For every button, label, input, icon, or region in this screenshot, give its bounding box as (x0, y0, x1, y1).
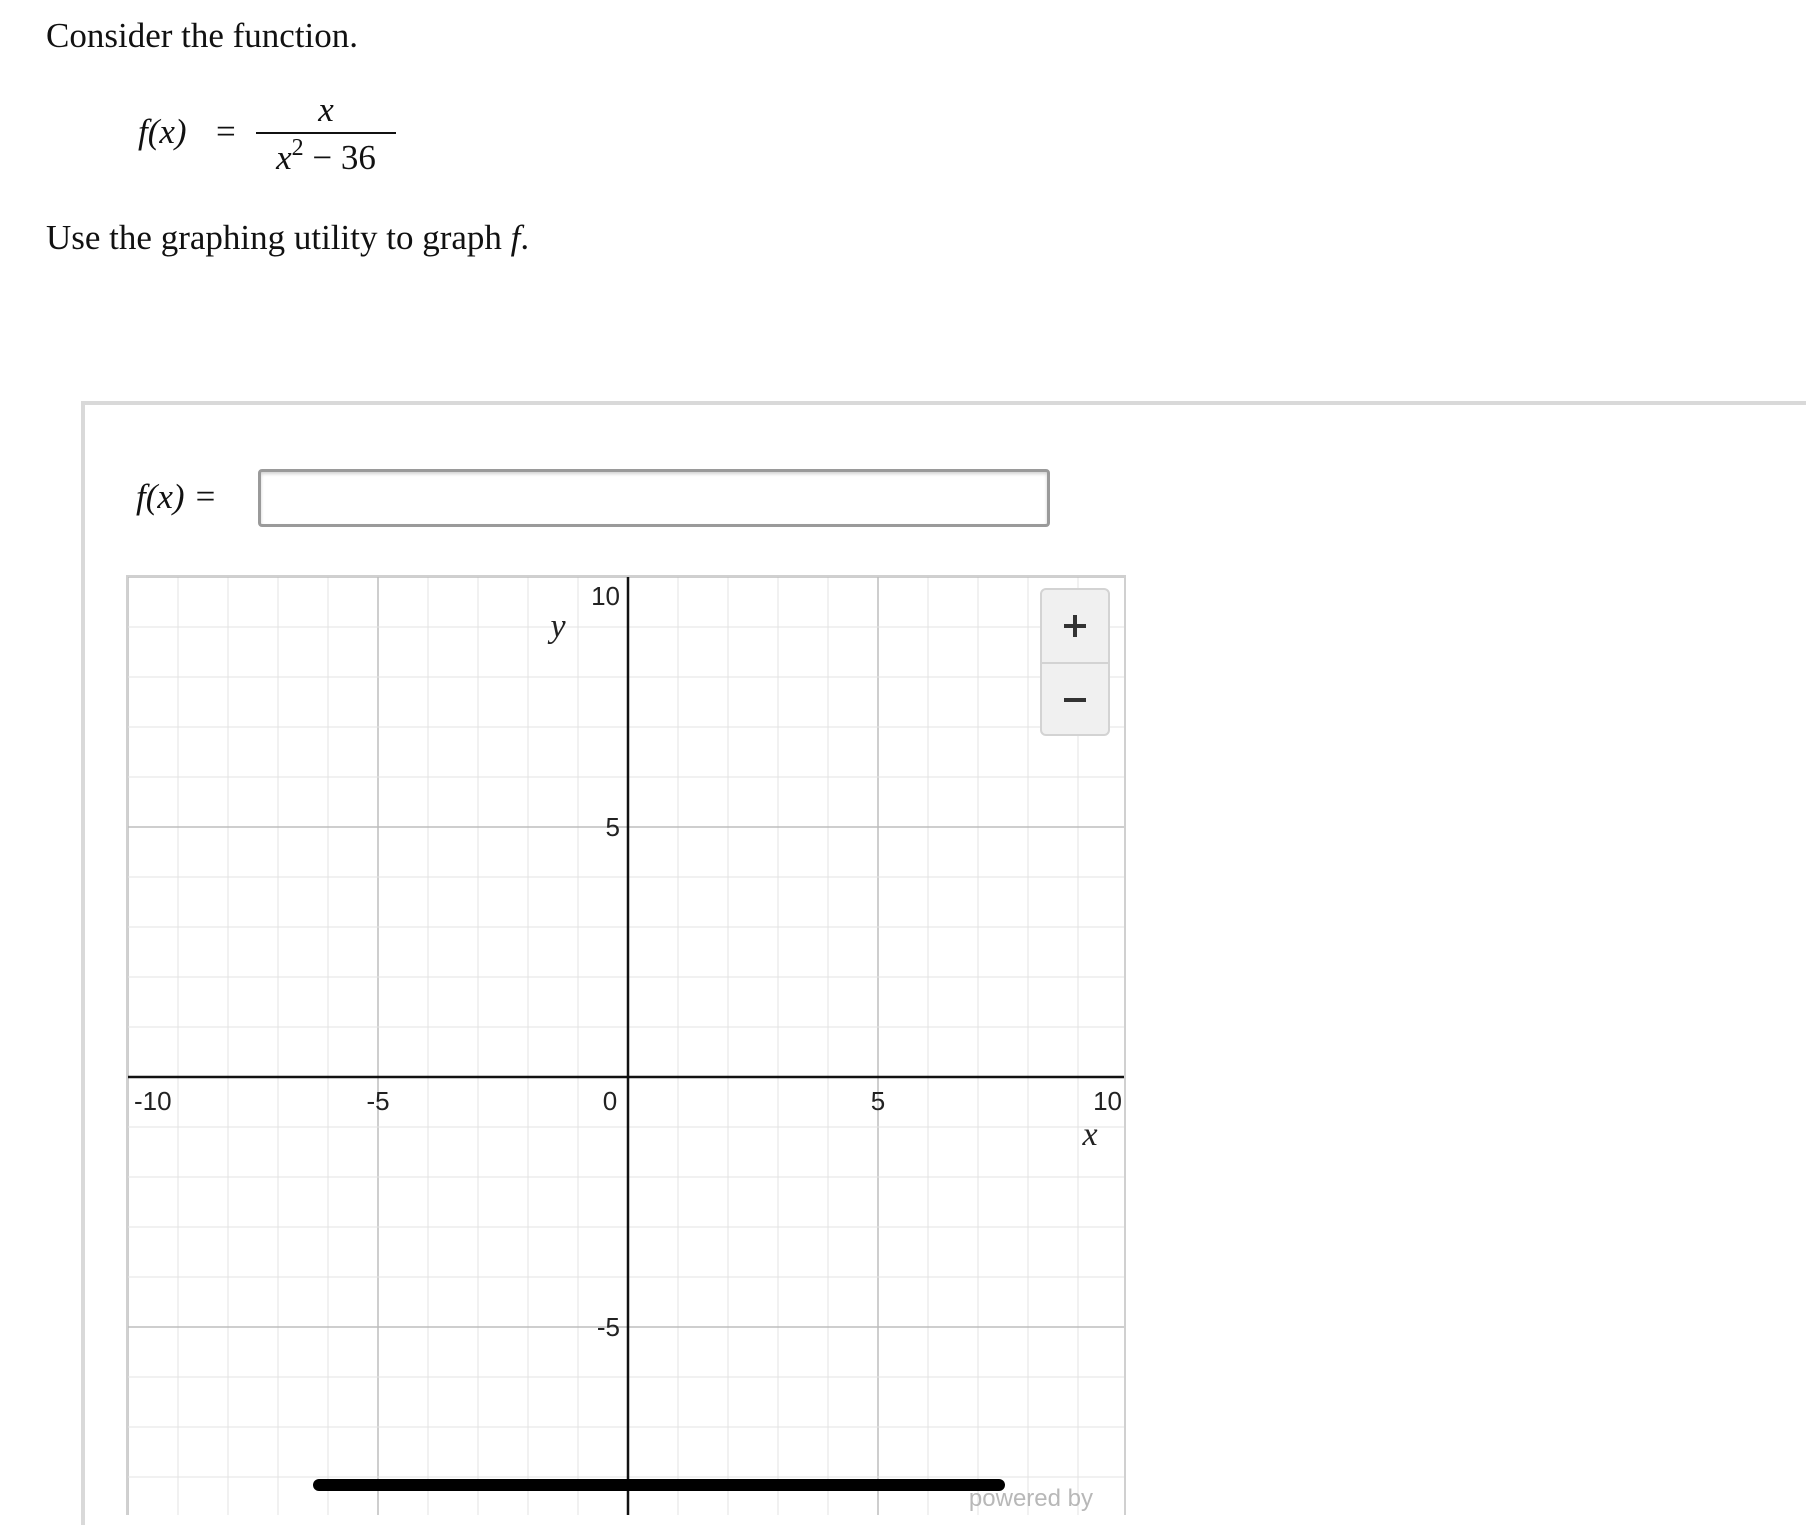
scroll-handle[interactable] (313, 1479, 1005, 1491)
instruction-variable: f (510, 218, 521, 257)
x-axis-name: x (1081, 1116, 1097, 1153)
zoom-out-button[interactable] (1042, 664, 1108, 734)
y-tick-label: -5 (597, 1312, 620, 1342)
graph-canvas[interactable]: -10 -5 0 5 10 10 5 -5 y x powered by (126, 575, 1126, 1515)
denominator-constant: − 36 (303, 138, 376, 177)
instruction-text: Use the graphing utility to graph f. (46, 216, 529, 260)
x-tick-label: 0 (603, 1086, 617, 1116)
fraction-denominator: x2 − 36 (256, 135, 396, 178)
zoom-controls (1040, 588, 1110, 736)
equals-sign: = (216, 112, 236, 151)
intro-text: Consider the function. (46, 16, 359, 55)
x-tick-label: -5 (366, 1086, 389, 1116)
denominator-exponent: 2 (291, 135, 304, 161)
x-tick-label: 5 (871, 1086, 885, 1116)
y-tick-label: 10 (591, 581, 620, 611)
y-tick-label: 5 (606, 812, 620, 842)
fraction: x x2 − 36 (256, 90, 396, 180)
x-tick-label: 10 (1093, 1086, 1122, 1116)
minus-icon (1064, 698, 1086, 702)
x-tick-label: -10 (134, 1086, 172, 1116)
zoom-in-button[interactable] (1042, 590, 1108, 664)
fraction-bar (256, 132, 396, 134)
function-input-label: f(x) = (136, 477, 217, 516)
instruction-prefix: Use the graphing utility to graph (46, 218, 511, 257)
function-input[interactable] (258, 469, 1050, 527)
plus-icon (1064, 615, 1086, 637)
denominator-variable: x (276, 138, 292, 177)
y-axis-name: y (547, 608, 566, 645)
fraction-numerator: x (318, 90, 334, 129)
instruction-suffix: . (520, 218, 530, 257)
graph-plot[interactable]: -10 -5 0 5 10105-5yxpowered by (128, 577, 1126, 1515)
function-lhs: f(x) (138, 112, 187, 151)
